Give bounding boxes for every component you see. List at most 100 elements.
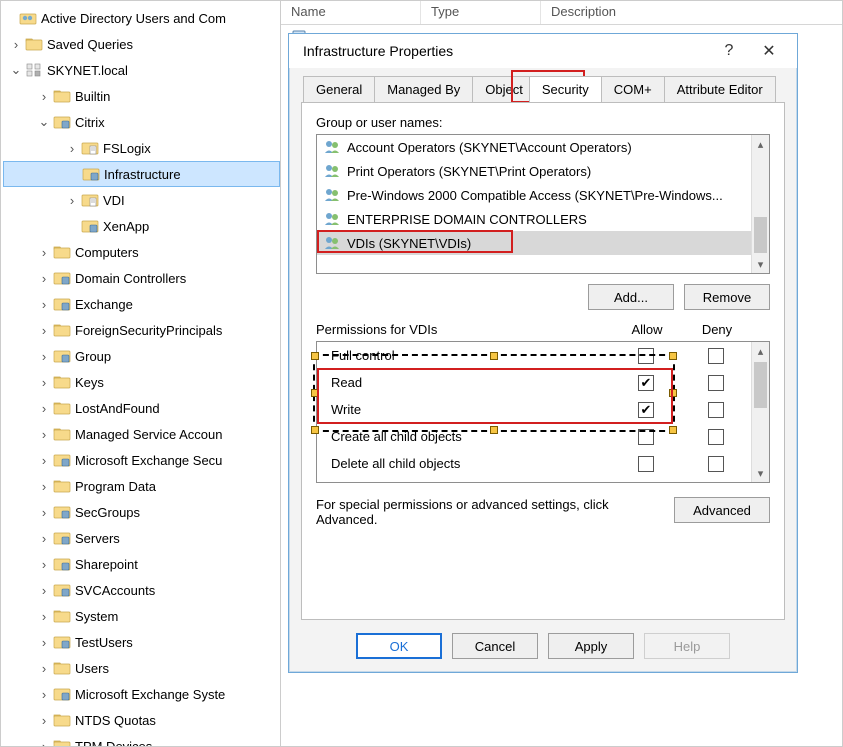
scrollbar[interactable]: ▴ ▾ — [751, 135, 769, 273]
group-item[interactable]: ENTERPRISE DOMAIN CONTROLLERS — [317, 207, 751, 231]
deny-checkbox-read[interactable] — [708, 375, 724, 391]
tree-item-computers[interactable]: › Computers — [3, 239, 280, 265]
tree-item-saved-queries[interactable]: › Saved Queries — [3, 31, 280, 57]
tree-item-domain-controllers[interactable]: › Domain Controllers — [3, 265, 280, 291]
expand-icon[interactable]: › — [37, 375, 51, 390]
expand-icon[interactable]: › — [37, 349, 51, 364]
help-button-bottom[interactable]: Help — [644, 633, 730, 659]
tree-item-infrastructure[interactable]: › Infrastructure — [3, 161, 280, 187]
tree-item-programdata[interactable]: › Program Data — [3, 473, 280, 499]
tree-label: XenApp — [103, 219, 149, 234]
close-button[interactable]: ✕ — [749, 37, 789, 65]
expand-icon[interactable]: › — [37, 427, 51, 442]
column-description[interactable]: Description — [541, 1, 842, 24]
tab-security[interactable]: Security — [529, 76, 602, 102]
group-listbox[interactable]: Account Operators (SKYNET\Account Operat… — [316, 134, 770, 274]
expand-icon[interactable]: › — [37, 583, 51, 598]
tree-item-svcaccounts[interactable]: › SVCAccounts — [3, 577, 280, 603]
deny-checkbox-create-children[interactable] — [708, 429, 724, 445]
cancel-button[interactable]: Cancel — [452, 633, 538, 659]
collapse-icon[interactable]: ⌄ — [37, 114, 51, 130]
tree-item-builtin[interactable]: › Builtin — [3, 83, 280, 109]
expand-icon[interactable]: › — [37, 739, 51, 747]
allow-checkbox-write[interactable]: ✔ — [638, 402, 654, 418]
tab-general[interactable]: General — [303, 76, 375, 102]
scroll-up-icon[interactable]: ▴ — [752, 342, 769, 360]
group-item-selected[interactable]: VDIs (SKYNET\VDIs) — [317, 231, 751, 255]
expand-icon[interactable]: › — [37, 89, 51, 104]
scrollbar[interactable]: ▴ ▾ — [751, 342, 769, 482]
expand-icon[interactable]: › — [65, 193, 79, 208]
column-name[interactable]: Name — [281, 1, 421, 24]
tree-item-vdi[interactable]: › VDI — [3, 187, 280, 213]
expand-icon[interactable]: › — [37, 479, 51, 494]
advanced-button[interactable]: Advanced — [674, 497, 770, 523]
expand-icon[interactable]: › — [37, 323, 51, 338]
allow-checkbox-full-control[interactable] — [638, 348, 654, 364]
scroll-up-icon[interactable]: ▴ — [752, 135, 769, 153]
tree-item-xenapp[interactable]: › XenApp — [3, 213, 280, 239]
expand-icon[interactable]: › — [37, 713, 51, 728]
help-button[interactable]: ? — [709, 37, 749, 65]
tree-item-domain[interactable]: ⌄ SKYNET.local — [3, 57, 280, 83]
tab-object[interactable]: Object — [472, 76, 530, 102]
expand-icon[interactable]: › — [37, 401, 51, 416]
ok-button[interactable]: OK — [356, 633, 442, 659]
tree-label: SVCAccounts — [75, 583, 155, 598]
tree-item-fsp[interactable]: › ForeignSecurityPrincipals — [3, 317, 280, 343]
expand-icon[interactable]: › — [37, 531, 51, 546]
tree-item-sharepoint[interactable]: › Sharepoint — [3, 551, 280, 577]
tree-item-citrix[interactable]: ⌄ Citrix — [3, 109, 280, 135]
tree-item-secgroups[interactable]: › SecGroups — [3, 499, 280, 525]
collapse-icon[interactable]: ⌄ — [9, 62, 23, 78]
allow-checkbox-create-children[interactable] — [638, 429, 654, 445]
tree-item-ntds[interactable]: › NTDS Quotas — [3, 707, 280, 733]
group-item[interactable]: Account Operators (SKYNET\Account Operat… — [317, 135, 751, 159]
tree-item-system[interactable]: › System — [3, 603, 280, 629]
allow-checkbox-delete-children[interactable] — [638, 456, 654, 472]
scroll-down-icon[interactable]: ▾ — [752, 464, 769, 482]
group-item[interactable]: Pre-Windows 2000 Compatible Access (SKYN… — [317, 183, 751, 207]
tree-item-servers[interactable]: › Servers — [3, 525, 280, 551]
tab-attribute-editor[interactable]: Attribute Editor — [664, 76, 776, 102]
deny-checkbox-write[interactable] — [708, 402, 724, 418]
group-item[interactable]: Print Operators (SKYNET\Print Operators) — [317, 159, 751, 183]
tree-item-users[interactable]: › Users — [3, 655, 280, 681]
expand-icon[interactable]: › — [9, 37, 23, 52]
remove-button[interactable]: Remove — [684, 284, 770, 310]
expand-icon[interactable]: › — [37, 609, 51, 624]
allow-checkbox-read[interactable]: ✔ — [638, 375, 654, 391]
tree-item-tpm[interactable]: › TPM Devices — [3, 733, 280, 746]
scroll-thumb[interactable] — [754, 217, 767, 253]
tree-item-msa[interactable]: › Managed Service Accoun — [3, 421, 280, 447]
expand-icon[interactable]: › — [37, 505, 51, 520]
tree-item-exchange[interactable]: › Exchange — [3, 291, 280, 317]
expand-icon[interactable]: › — [37, 453, 51, 468]
expand-icon[interactable]: › — [37, 635, 51, 650]
tree-item-aduc[interactable]: › Active Directory Users and Com — [3, 5, 280, 31]
expand-icon[interactable]: › — [37, 297, 51, 312]
column-type[interactable]: Type — [421, 1, 541, 24]
tab-com[interactable]: COM+ — [601, 76, 665, 102]
deny-checkbox-full-control[interactable] — [708, 348, 724, 364]
tree-item-group[interactable]: › Group — [3, 343, 280, 369]
expand-icon[interactable]: › — [37, 661, 51, 676]
scroll-down-icon[interactable]: ▾ — [752, 255, 769, 273]
tree-item-lostandfound[interactable]: › LostAndFound — [3, 395, 280, 421]
expand-icon[interactable]: › — [37, 271, 51, 286]
tree-item-mesys[interactable]: › Microsoft Exchange Syste — [3, 681, 280, 707]
expand-icon[interactable]: › — [65, 141, 79, 156]
deny-checkbox-delete-children[interactable] — [708, 456, 724, 472]
expand-icon[interactable]: › — [37, 557, 51, 572]
tree-item-fslogix[interactable]: › FSLogix — [3, 135, 280, 161]
permissions-listbox[interactable]: Full control Read ✔ Write ✔ — [316, 341, 770, 483]
tree-item-mes[interactable]: › Microsoft Exchange Secu — [3, 447, 280, 473]
tree-item-testusers[interactable]: › TestUsers — [3, 629, 280, 655]
expand-icon[interactable]: › — [37, 687, 51, 702]
apply-button[interactable]: Apply — [548, 633, 634, 659]
tree-item-keys[interactable]: › Keys — [3, 369, 280, 395]
expand-icon[interactable]: › — [37, 245, 51, 260]
add-button[interactable]: Add... — [588, 284, 674, 310]
tab-managed-by[interactable]: Managed By — [374, 76, 473, 102]
scroll-thumb[interactable] — [754, 362, 767, 408]
